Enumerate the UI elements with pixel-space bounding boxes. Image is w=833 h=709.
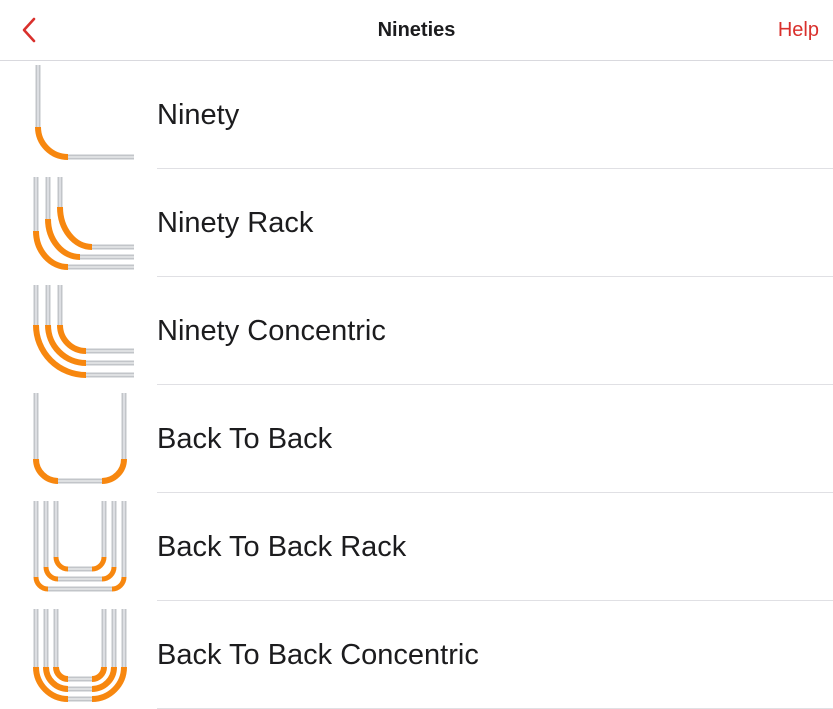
- back-to-back-rack-icon: [33, 501, 127, 592]
- list-item-label: Back To Back Rack: [157, 531, 407, 563]
- list-item-label: Ninety Concentric: [157, 315, 386, 347]
- list-item-label: Back To Back Concentric: [157, 639, 479, 671]
- bend-type-list: Ninety Ninety Rack Ninety Concentric Bac…: [0, 61, 833, 709]
- list-item-label: Ninety: [157, 99, 240, 131]
- list-item-ninety-concentric[interactable]: Ninety Concentric: [0, 277, 833, 385]
- list-item-back-to-back-rack[interactable]: Back To Back Rack: [0, 493, 833, 601]
- help-button[interactable]: Help: [778, 0, 819, 60]
- back-to-back-icon: [33, 393, 127, 484]
- chevron-left-icon: [22, 17, 36, 43]
- nav-bar: Nineties Help: [0, 0, 833, 61]
- list-item-ninety-rack[interactable]: Ninety Rack: [0, 169, 833, 277]
- list-item-ninety[interactable]: Ninety: [0, 61, 833, 169]
- back-to-back-concentric-icon: [33, 609, 127, 702]
- list-item-label: Back To Back: [157, 423, 333, 455]
- ninety-rack-icon: [33, 177, 134, 270]
- list-item-back-to-back[interactable]: Back To Back: [0, 385, 833, 493]
- page-title: Nineties: [377, 19, 456, 41]
- ninety-icon: [35, 65, 134, 160]
- list-item-back-to-back-concentric[interactable]: Back To Back Concentric: [0, 601, 833, 709]
- back-button[interactable]: [14, 14, 44, 46]
- ninety-concentric-icon: [33, 285, 134, 378]
- list-item-label: Ninety Rack: [157, 207, 314, 239]
